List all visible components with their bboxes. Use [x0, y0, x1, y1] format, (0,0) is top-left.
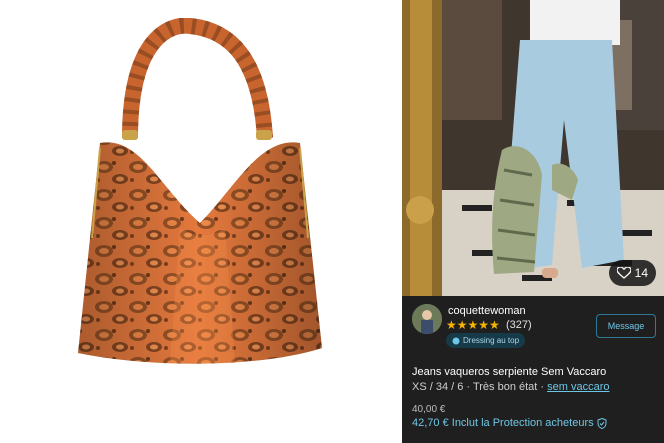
message-button[interactable]: Message	[596, 314, 656, 338]
listing-card: 14 coquettewoman ★★★★★ (327) Dressing au…	[402, 0, 664, 443]
listing-photo[interactable]: 14	[402, 0, 664, 296]
rating-stars: ★★★★★	[446, 318, 500, 332]
product-image-panel	[0, 0, 402, 443]
seller-section: coquettewoman ★★★★★ (327) Dressing au to…	[402, 296, 664, 356]
badge-icon	[452, 337, 460, 344]
brand-link[interactable]: sem vaccaro	[547, 381, 609, 393]
item-meta: XS / 34 / 6 · Très bon état · sem vaccar…	[412, 381, 609, 393]
rating-count[interactable]: (327)	[506, 319, 532, 331]
price-with-protection[interactable]: 42,70 € Inclut la Protection acheteurs	[412, 417, 607, 429]
top-wardrobe-badge[interactable]: Dressing au top	[446, 333, 526, 348]
item-price: 40,00 €	[412, 404, 446, 415]
item-details: XS / 34 / 6 · Très bon état ·	[412, 381, 548, 393]
seller-username[interactable]: coquettewoman	[448, 305, 526, 317]
avatar[interactable]	[412, 304, 442, 334]
heart-icon	[616, 267, 631, 279]
shield-icon	[597, 417, 607, 429]
python-handbag-image[interactable]	[60, 17, 360, 388]
price-with-protection-label: 42,70 € Inclut la Protection acheteurs	[412, 417, 594, 429]
like-count: 14	[634, 266, 648, 280]
item-title[interactable]: Jeans vaqueros serpiente Sem Vaccaro	[412, 366, 606, 378]
badge-label: Dressing au top	[463, 336, 520, 345]
like-button[interactable]: 14	[608, 260, 656, 286]
